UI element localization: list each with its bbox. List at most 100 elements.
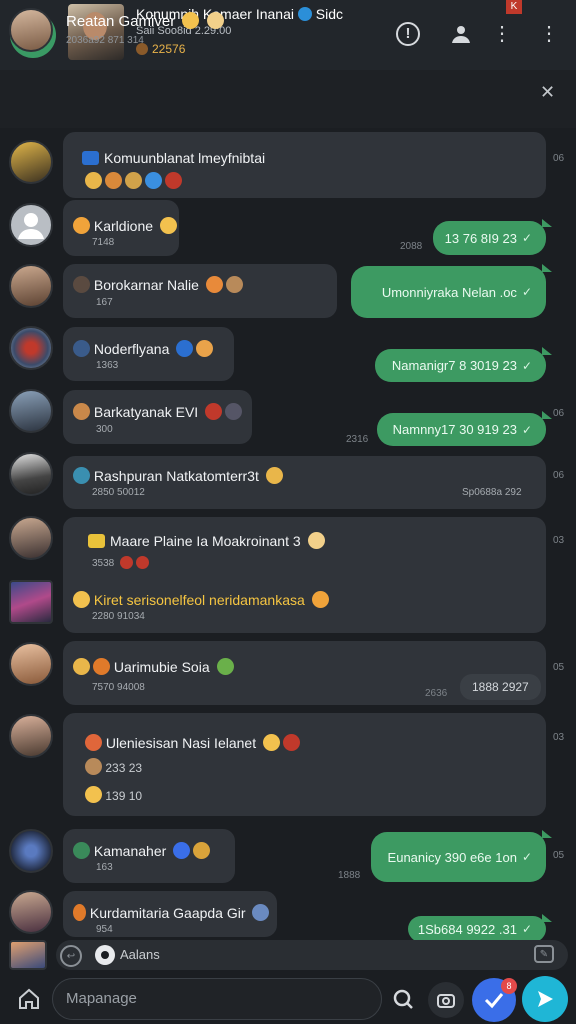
send-button[interactable]: [522, 976, 568, 1022]
emoji-icon: [265, 467, 283, 484]
avatar[interactable]: [9, 580, 53, 624]
message-text: Kamanaher: [70, 842, 211, 859]
avatar[interactable]: [9, 642, 53, 686]
message-text: Komuunblanat lmeyfnibtai: [82, 150, 265, 166]
home-icon[interactable]: [16, 986, 42, 1012]
reply-icon[interactable]: ↩: [60, 945, 82, 967]
emoji-icon: [165, 172, 182, 189]
alert-badge[interactable]: K: [506, 0, 522, 14]
message-meta: 2280 91034: [92, 611, 145, 622]
outgoing-message[interactable]: 1Sb684 9922 .31 ✓: [408, 914, 552, 942]
message-time: 2636: [425, 688, 448, 699]
emoji-icon: [73, 904, 86, 921]
emoji-icon: [205, 403, 223, 420]
eye-icon[interactable]: [95, 945, 115, 965]
avatar[interactable]: [9, 829, 53, 873]
avatar[interactable]: [9, 326, 53, 370]
emoji-icon: [105, 172, 122, 189]
camera-icon[interactable]: [428, 982, 464, 1018]
face-icon: [73, 276, 90, 293]
close-pinned-icon[interactable]: ✕: [540, 82, 555, 103]
outgoing-message[interactable]: 13 76 8I9 23 ✓: [433, 219, 552, 255]
message-line: 233 23: [82, 758, 142, 775]
emoji-icon: [73, 591, 90, 608]
emoji-icon: [93, 658, 110, 675]
emoji-icon: [136, 556, 150, 569]
emoji-icon: [73, 217, 90, 234]
emoji-icon: [182, 12, 200, 29]
emoji-icon: [196, 340, 214, 357]
avatar[interactable]: [9, 389, 53, 433]
pinned-avatar: [9, 8, 53, 52]
emoji-icon: [216, 658, 234, 675]
emoji-icon: [205, 276, 223, 293]
message-time: 06: [553, 470, 565, 481]
emoji-icon: [307, 532, 325, 549]
avatar[interactable]: [9, 140, 53, 184]
outgoing-message[interactable]: Namnny17 30 919 23 ✓: [377, 411, 552, 446]
typing-label: Aalans: [120, 947, 160, 962]
outgoing-message[interactable]: Eunanicy 390 e6e 1on ✓: [371, 830, 552, 882]
read-check-icon: ✓: [521, 358, 532, 373]
search-icon[interactable]: [390, 986, 416, 1012]
avatar[interactable]: [9, 890, 53, 934]
emoji-icon: [85, 786, 102, 803]
more-menu-icon[interactable]: ⋮: [490, 22, 514, 46]
message-text: Kurdamitaria Gaapda Gir: [70, 904, 270, 921]
info-icon[interactable]: !: [396, 22, 420, 46]
message-time: 06: [553, 153, 565, 164]
emoji-icon: [85, 734, 102, 751]
sticker-icon[interactable]: ✎: [534, 945, 554, 963]
message-meta: 7148: [92, 237, 115, 248]
message-text: Rashpuran Natkatomterr3t: [70, 467, 283, 484]
message-time: 1888: [338, 870, 361, 881]
message-time: 03: [553, 732, 565, 743]
avatar[interactable]: [9, 264, 53, 308]
emoji-icon: [225, 403, 243, 420]
message-text: Uleniesisan Nasi Ielanet: [82, 734, 300, 751]
message-text: Uarimubie Soia: [70, 658, 234, 675]
emoji-icon: [225, 276, 243, 293]
read-check-icon: ✓: [521, 850, 532, 864]
message-text: Maare Plaine Ia Moakroinant 3: [88, 532, 325, 549]
message-meta: 300: [96, 424, 113, 435]
emoji-icon: [73, 658, 90, 675]
message-time: 2316: [346, 434, 369, 445]
outgoing-message[interactable]: Namanigr7 8 3019 23 ✓: [375, 347, 552, 382]
outgoing-message[interactable]: Umonniyraka Nelan .oc ✓: [351, 264, 552, 318]
hand-icon: [206, 12, 224, 29]
emoji-icon: [73, 403, 90, 420]
emoji-icon: [252, 904, 270, 921]
message-text: Karldione: [70, 217, 177, 234]
avatar[interactable]: [9, 452, 53, 496]
verified-icon: [297, 7, 312, 21]
notification-badge: 8: [501, 978, 517, 994]
pinned-bar[interactable]: [0, 70, 576, 128]
avatar[interactable]: [9, 203, 53, 247]
emoji-icon: [282, 734, 300, 751]
message-text: Noderflyana: [70, 340, 214, 357]
emoji-icon: [145, 172, 162, 189]
message-text: Borokarnar Nalie: [70, 276, 243, 293]
emoji-icon: [159, 217, 177, 234]
message-input-placeholder: Mapanage: [66, 990, 137, 1007]
pinned-title: Reatan Gamiver: [66, 12, 224, 30]
emoji-icon: [73, 340, 90, 357]
message-time: 05: [553, 662, 565, 673]
avatar[interactable]: [9, 516, 53, 560]
contacts-icon[interactable]: [449, 22, 473, 46]
read-check-icon: ✓: [521, 285, 532, 299]
avatar[interactable]: [9, 714, 53, 758]
emoji-icon: [173, 842, 191, 859]
message-meta: 167: [96, 297, 113, 308]
message-text: Kiret serisonelfeol neridamankasa: [70, 591, 329, 608]
avatar[interactable]: [9, 940, 47, 970]
emoji-icon: [193, 842, 211, 859]
message-meta: 1363: [96, 360, 119, 371]
message-time: 05: [553, 850, 565, 861]
overflow-menu-icon[interactable]: ⋮: [537, 22, 561, 46]
emoji-icon: [73, 467, 90, 484]
emoji-icon: [120, 556, 134, 569]
emoji-icon: [85, 172, 102, 189]
emoji-icon: [311, 591, 329, 608]
